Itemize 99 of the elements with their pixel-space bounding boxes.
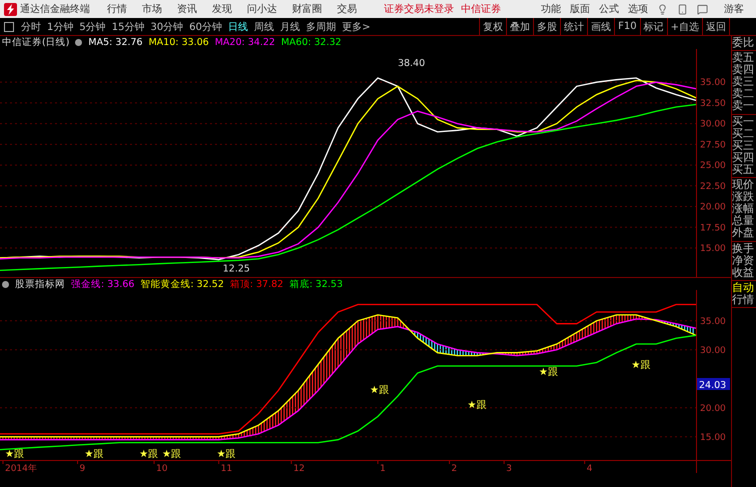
date-label: 1 [380, 464, 386, 473]
quote-label[interactable]: 卖三 [732, 76, 756, 88]
quote-label[interactable]: 换手 [732, 242, 756, 255]
quote-label[interactable]: 卖五 [732, 52, 756, 64]
quote-label[interactable]: 自动 [732, 282, 756, 294]
low-price-label: 12.25 [222, 264, 250, 275]
quote-label[interactable]: 卖二 [732, 88, 756, 100]
app-name: 通达信金融终端 [20, 2, 90, 16]
phone-icon[interactable] [677, 4, 688, 14]
period-tab[interactable]: 60分钟 [189, 20, 222, 34]
menu-item[interactable]: 功能 [541, 2, 561, 16]
legend-value: 强金线: 33.66 [71, 278, 134, 290]
axis-label: 35.00 [700, 316, 726, 327]
date-label: 3 [506, 464, 512, 473]
panel-toggle-icon[interactable] [4, 22, 14, 32]
settings-icon[interactable] [75, 39, 82, 46]
signal-marker: ★跟 [139, 449, 158, 460]
axis-label: 35.00 [700, 78, 726, 88]
user-name[interactable]: 游客 [724, 2, 744, 16]
period-tab[interactable]: 周线 [254, 20, 274, 34]
menu-item[interactable]: 版面 [570, 2, 590, 16]
indicator-title: 股票指标网 [15, 278, 65, 290]
date-label: 9 [80, 464, 86, 473]
period-tab[interactable]: 15分钟 [112, 20, 144, 34]
toolbar-button[interactable]: +自选 [666, 18, 702, 35]
signal-marker: ★跟 [4, 449, 24, 460]
high-price-label: 38.40 [398, 58, 426, 70]
quote-label[interactable]: 净资 [732, 254, 756, 267]
bulb-icon[interactable] [657, 4, 668, 14]
axis-label: 22.50 [700, 182, 726, 192]
signal-marker: ★跟 [162, 449, 182, 460]
login-notice[interactable]: 证券交易未登录 [384, 2, 454, 16]
period-tab[interactable]: 更多> [342, 20, 370, 34]
axis-label: 30.00 [700, 120, 726, 130]
menu-item[interactable]: 财富圈 [292, 2, 322, 16]
quote-label[interactable]: 行情 [732, 294, 756, 306]
axis-label: 17.50 [700, 223, 726, 234]
price-cursor-label: 24.03 [697, 378, 730, 391]
menu-item[interactable]: 问小达 [247, 2, 277, 16]
date-label: 10 [156, 464, 168, 473]
legend-value: 箱顶: 37.82 [230, 278, 284, 290]
signal-marker: ★跟 [370, 385, 389, 396]
menu-item[interactable]: 市场 [142, 2, 162, 16]
legend-value: MA20: 34.22 [214, 37, 276, 48]
signal-marker: ★跟 [216, 449, 236, 460]
quote-label[interactable]: 买一 [732, 116, 756, 128]
date-label: 2 [451, 464, 458, 473]
menu-item[interactable]: 交易 [337, 2, 357, 16]
menu-item[interactable]: 公式 [599, 2, 619, 16]
legend-value: 智能黄金线: 32.52 [140, 278, 224, 290]
logo-icon [4, 2, 17, 16]
axis-label: 20.00 [700, 202, 726, 213]
axis-label: 15.00 [700, 432, 726, 443]
menu-item[interactable]: 发现 [212, 2, 232, 16]
quote-label[interactable]: 委比 [732, 37, 756, 50]
period-tab[interactable]: 多周期 [306, 20, 336, 34]
signal-marker: ★跟 [631, 360, 650, 371]
quote-label[interactable]: 总量 [732, 215, 756, 228]
broker-name[interactable]: 中信证券 [461, 2, 501, 16]
quote-label[interactable]: 涨跌 [732, 191, 756, 204]
axis-label: 30.00 [700, 346, 726, 356]
date-label: 2014年 [4, 464, 37, 473]
period-tab[interactable]: 5分钟 [79, 20, 106, 34]
period-tab[interactable]: 日线 [228, 20, 248, 34]
quote-label[interactable]: 涨幅 [732, 203, 756, 216]
quote-label[interactable]: 买三 [732, 140, 756, 152]
stock-title: 中信证券(日线) [2, 36, 70, 49]
axis-label: 32.50 [700, 98, 726, 109]
menu-item[interactable]: 选项 [628, 2, 648, 16]
signal-marker: ★跟 [84, 449, 104, 460]
period-tab[interactable]: 1分钟 [47, 20, 74, 34]
period-tab[interactable]: 分时 [21, 20, 41, 34]
signal-marker: ★跟 [467, 400, 486, 411]
legend-value: MA10: 33.06 [148, 37, 209, 48]
axis-label: 15.00 [700, 244, 726, 254]
quote-label[interactable]: 卖四 [732, 64, 756, 76]
period-tab[interactable]: 30分钟 [150, 20, 184, 34]
quote-label[interactable]: 收益 [732, 266, 756, 279]
menu-item[interactable]: 资讯 [177, 2, 197, 16]
message-icon[interactable] [697, 4, 708, 14]
quote-label[interactable]: 买五 [732, 164, 756, 176]
quote-label[interactable]: 买四 [732, 152, 756, 164]
signal-marker: ★跟 [538, 367, 558, 378]
quote-label[interactable]: 卖一 [732, 100, 756, 113]
quote-label[interactable]: 外盘 [732, 227, 756, 240]
legend-value: MA60: 32.32 [281, 37, 342, 48]
date-label: 4 [586, 464, 592, 473]
axis-label: 20.00 [700, 404, 726, 414]
legend-value: MA5: 32.76 [88, 37, 143, 48]
axis-label: 27.50 [700, 140, 726, 150]
axis-label: 25.00 [700, 161, 726, 172]
quote-label[interactable]: 现价 [732, 179, 756, 192]
period-tab[interactable]: 月线 [280, 20, 300, 34]
date-label: 12 [293, 464, 305, 473]
date-label: 11 [220, 464, 232, 473]
menu-item[interactable]: 行情 [107, 2, 127, 16]
quote-label[interactable]: 买二 [732, 128, 756, 140]
settings-icon[interactable] [2, 280, 9, 288]
legend-value: 箱底: 32.53 [289, 278, 343, 290]
